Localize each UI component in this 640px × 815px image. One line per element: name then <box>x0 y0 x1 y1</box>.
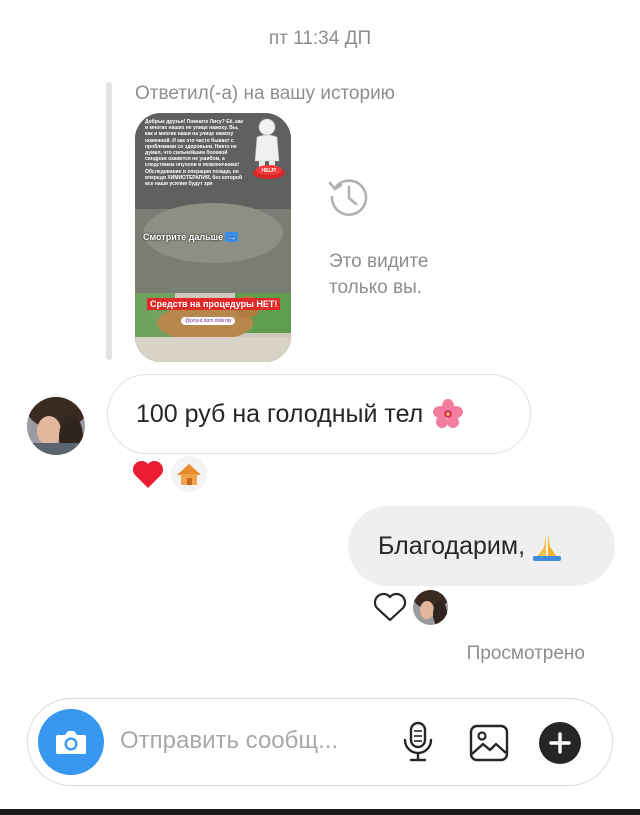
plus-icon[interactable] <box>539 722 581 764</box>
visibility-note-line1: Это видите <box>329 251 429 272</box>
story-caption-more: Смотрите дальше → <box>143 232 239 242</box>
story-account-handle: @priyut.dom.dobroty <box>181 317 236 325</box>
seen-by-avatar-photo <box>413 590 448 625</box>
story-help-badge: HELP! <box>262 168 277 174</box>
seen-status: Просмотрено <box>466 643 585 664</box>
outgoing-message-text: Благодарим, <box>378 531 526 560</box>
story-caption-funds: Средств на процедуры НЕТ! <box>147 298 281 310</box>
heart-reaction-icon[interactable] <box>131 458 165 490</box>
reply-indicator-bar <box>106 82 112 360</box>
contact-avatar-photo <box>27 397 85 455</box>
message-input[interactable] <box>120 721 382 761</box>
camera-icon <box>56 731 86 754</box>
folded-hands-emoji-icon <box>533 534 562 561</box>
history-icon <box>328 179 368 216</box>
contact-avatar[interactable] <box>27 397 85 455</box>
incoming-message-bubble[interactable]: 100 руб на голодный тел <box>107 374 531 454</box>
visibility-note-line2: только вы. <box>329 277 423 298</box>
seen-by-avatar <box>413 590 448 625</box>
microphone-icon[interactable] <box>400 721 436 763</box>
gallery-icon[interactable] <box>468 723 510 763</box>
house-logo-icon <box>171 456 207 492</box>
outgoing-message-bubble[interactable]: Благодарим, <box>348 506 615 586</box>
reactor-avatar[interactable] <box>171 456 207 492</box>
message-composer <box>27 698 613 786</box>
camera-button[interactable] <box>38 709 104 775</box>
doctor-figure-icon: HELP! <box>253 118 285 179</box>
bottom-edge <box>0 809 640 815</box>
story-reply-label: Ответил(-а) на вашу историю <box>135 83 395 104</box>
like-outline-icon[interactable] <box>372 591 408 623</box>
story-text: Добрые друзья! Помните Лису? Её, как и м… <box>145 119 243 188</box>
thread-timestamp: пт 11:34 ДП <box>268 28 372 49</box>
hibiscus-emoji-icon <box>433 399 464 428</box>
incoming-message-text: 100 руб на голодный тел <box>136 399 424 428</box>
visibility-note: Это видите только вы. <box>329 249 428 301</box>
chat-screen: пт 11:34 ДП Ответил(-а) на вашу историю … <box>0 0 640 815</box>
story-caption-more-text: Смотрите дальше <box>143 232 224 242</box>
story-arrow: → <box>225 232 239 242</box>
story-thumbnail[interactable]: Добрые друзья! Помните Лису? Её, как и м… <box>135 113 291 362</box>
